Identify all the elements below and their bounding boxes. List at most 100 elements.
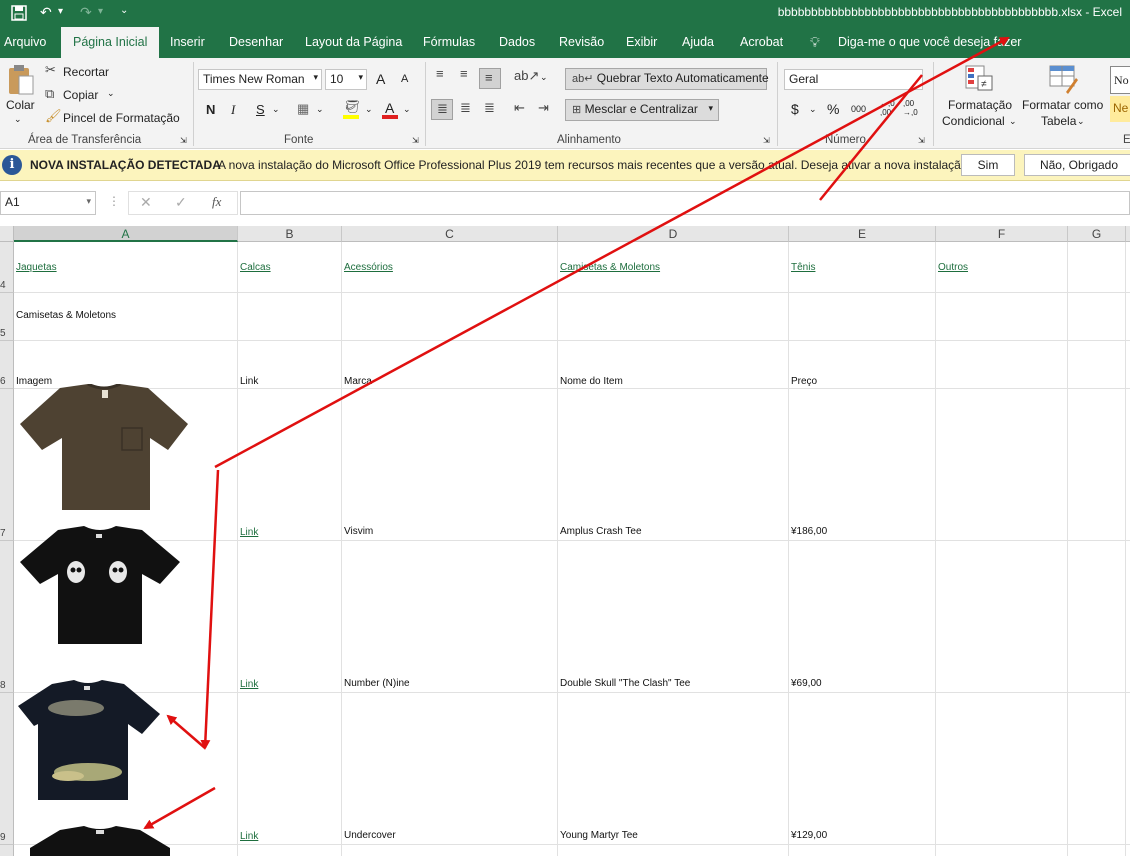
fill-dropdown-icon[interactable]: ⌄ bbox=[365, 104, 373, 115]
tab-acrobat[interactable]: Acrobat bbox=[740, 27, 783, 58]
grow-font-button[interactable]: A bbox=[376, 71, 385, 87]
cell-e8[interactable]: ¥69,00 bbox=[791, 678, 822, 689]
customize-toolbar-icon[interactable]: ⌄ bbox=[120, 5, 128, 16]
tab-inserir[interactable]: Inserir bbox=[170, 27, 205, 58]
number-format-select[interactable]: Geral bbox=[784, 69, 923, 90]
italic-button[interactable]: I bbox=[231, 102, 235, 118]
thousands-button[interactable]: 000 bbox=[851, 104, 866, 114]
select-all-button[interactable] bbox=[0, 226, 14, 242]
row-header-5[interactable]: 5 bbox=[0, 293, 14, 341]
tab-exibir[interactable]: Exibir bbox=[626, 27, 657, 58]
column-header-f[interactable]: F bbox=[936, 226, 1068, 242]
cell-d6[interactable]: Nome do Item bbox=[560, 376, 623, 387]
increase-indent-icon[interactable]: ⇥ bbox=[538, 100, 549, 116]
orientation-dropdown-icon[interactable]: ⌄ bbox=[540, 72, 548, 83]
underline-dropdown-icon[interactable]: ⌄ bbox=[272, 104, 280, 115]
align-right-icon[interactable]: ≣ bbox=[484, 100, 495, 116]
product-image-brown-tee[interactable] bbox=[18, 384, 190, 514]
row-header-4[interactable]: 4 bbox=[0, 242, 14, 293]
cell-c7[interactable]: Visvim bbox=[344, 526, 373, 537]
align-bottom-button[interactable]: ≡ bbox=[479, 68, 501, 89]
formula-bar-handle-icon[interactable]: ⋮ bbox=[108, 194, 120, 208]
table-dropdown-icon[interactable]: ⌄ bbox=[1077, 116, 1085, 127]
cell-b8[interactable]: Link bbox=[240, 679, 258, 690]
cut-button[interactable]: Recortar bbox=[63, 65, 109, 79]
column-header-b[interactable]: B bbox=[238, 226, 342, 242]
info-no-button[interactable]: Não, Obrigado bbox=[1024, 154, 1130, 176]
cell-e6[interactable]: Preço bbox=[791, 376, 817, 387]
cell-d8[interactable]: Double Skull "The Clash" Tee bbox=[560, 678, 690, 689]
column-header-d[interactable]: D bbox=[558, 226, 789, 242]
tab-layout-da-pagina[interactable]: Layout da Página bbox=[305, 27, 402, 58]
conditional-dropdown-icon[interactable]: ⌄ bbox=[1009, 116, 1017, 127]
currency-dropdown-icon[interactable]: ⌄ bbox=[809, 104, 817, 115]
insert-function-button[interactable]: fx bbox=[212, 194, 221, 210]
column-header-e[interactable]: E bbox=[789, 226, 936, 242]
merge-center-button[interactable]: ⊞ Mesclar e Centralizar ▾ bbox=[565, 99, 719, 121]
copy-dropdown-icon[interactable]: ⌄ bbox=[107, 88, 115, 99]
font-color-dropdown-icon[interactable]: ⌄ bbox=[403, 104, 411, 115]
cell-c6[interactable]: Marca bbox=[344, 376, 372, 387]
cell-a5[interactable]: Camisetas & Moletons bbox=[16, 310, 116, 321]
product-image-partial-tee[interactable] bbox=[30, 824, 170, 856]
align-center-icon[interactable]: ≣ bbox=[460, 100, 471, 116]
number-launcher-icon[interactable]: ⇲ bbox=[918, 136, 925, 145]
cell-c9[interactable]: Undercover bbox=[344, 830, 396, 841]
cancel-icon[interactable]: ✕ bbox=[140, 194, 152, 211]
borders-icon[interactable]: ▦ bbox=[297, 101, 309, 117]
cell-e4[interactable]: Tênis bbox=[791, 262, 815, 273]
tab-arquivo[interactable]: Arquivo bbox=[4, 27, 46, 58]
format-as-table-icon[interactable] bbox=[1048, 64, 1080, 94]
info-yes-button[interactable]: Sim bbox=[961, 154, 1015, 176]
redo-dropdown-icon[interactable]: ▾ bbox=[98, 6, 103, 17]
product-image-skull-tee[interactable] bbox=[18, 526, 182, 648]
tell-me-search[interactable]: Diga-me o que você deseja fazer bbox=[838, 27, 1021, 58]
cell-d4[interactable]: Camisetas & Moletons bbox=[560, 262, 660, 273]
align-left-button[interactable]: ≣ bbox=[431, 99, 453, 120]
format-as-table-button[interactable]: Formatar como bbox=[1022, 98, 1103, 112]
tab-pagina-inicial[interactable]: Página Inicial bbox=[61, 27, 160, 58]
cell-b4[interactable]: Calcas bbox=[240, 262, 271, 273]
row-header-6[interactable]: 6 bbox=[0, 341, 14, 389]
decrease-decimal-button[interactable]: ,00 →,0 bbox=[903, 99, 921, 117]
product-image-young-martyr-tee[interactable] bbox=[16, 680, 162, 804]
row-header-10[interactable] bbox=[0, 845, 14, 856]
column-header-h[interactable] bbox=[1126, 226, 1130, 242]
save-icon[interactable] bbox=[10, 4, 28, 22]
paste-icon[interactable] bbox=[7, 64, 35, 96]
conditional-formatting-icon[interactable]: ≠ bbox=[964, 64, 996, 94]
tab-dados[interactable]: Dados bbox=[499, 27, 535, 58]
shrink-font-button[interactable]: A bbox=[401, 73, 408, 85]
paste-button[interactable]: Colar bbox=[6, 98, 35, 112]
copy-button[interactable]: Copiar bbox=[63, 88, 98, 102]
cell-e9[interactable]: ¥129,00 bbox=[791, 830, 827, 841]
cell-b7[interactable]: Link bbox=[240, 527, 258, 538]
align-top-icon[interactable]: ≡ bbox=[436, 66, 444, 81]
cell-a4[interactable]: Jaquetas bbox=[16, 262, 57, 273]
undo-icon[interactable]: ↶ bbox=[40, 4, 52, 21]
paste-dropdown-icon[interactable]: ⌄ bbox=[14, 114, 22, 125]
cell-d9[interactable]: Young Martyr Tee bbox=[560, 830, 638, 841]
cell-c8[interactable]: Number (N)ine bbox=[344, 678, 410, 689]
cell-e7[interactable]: ¥186,00 bbox=[791, 526, 827, 537]
format-painter-icon[interactable]: 🖌︎ bbox=[45, 108, 62, 124]
borders-dropdown-icon[interactable]: ⌄ bbox=[316, 104, 324, 115]
column-header-c[interactable]: C bbox=[342, 226, 558, 242]
cell-style-neutral[interactable]: Ne bbox=[1110, 96, 1130, 122]
cell-b9[interactable]: Link bbox=[240, 831, 258, 842]
enter-icon[interactable]: ✓ bbox=[175, 194, 187, 211]
cell-b6[interactable]: Link bbox=[240, 376, 258, 387]
cell-style-normal[interactable]: No bbox=[1110, 66, 1130, 94]
underline-button[interactable]: S bbox=[256, 102, 265, 117]
font-size-select[interactable]: 10 ▾ bbox=[325, 69, 367, 90]
align-middle-icon[interactable]: ≡ bbox=[460, 66, 468, 81]
column-header-g[interactable]: G bbox=[1068, 226, 1126, 242]
cell-c4[interactable]: Acessórios bbox=[344, 262, 393, 273]
increase-decimal-button[interactable]: ←,0 ,00 bbox=[880, 99, 898, 117]
row-header-9[interactable]: 9 bbox=[0, 693, 14, 845]
undo-dropdown-icon[interactable]: ▾ bbox=[58, 6, 63, 17]
decrease-indent-icon[interactable]: ⇤ bbox=[514, 100, 525, 116]
wrap-text-button[interactable]: ab↵ Quebrar Texto Automaticamente bbox=[565, 68, 769, 90]
row-header-7[interactable]: 7 bbox=[0, 389, 14, 541]
redo-icon[interactable]: ↷ bbox=[80, 4, 92, 21]
